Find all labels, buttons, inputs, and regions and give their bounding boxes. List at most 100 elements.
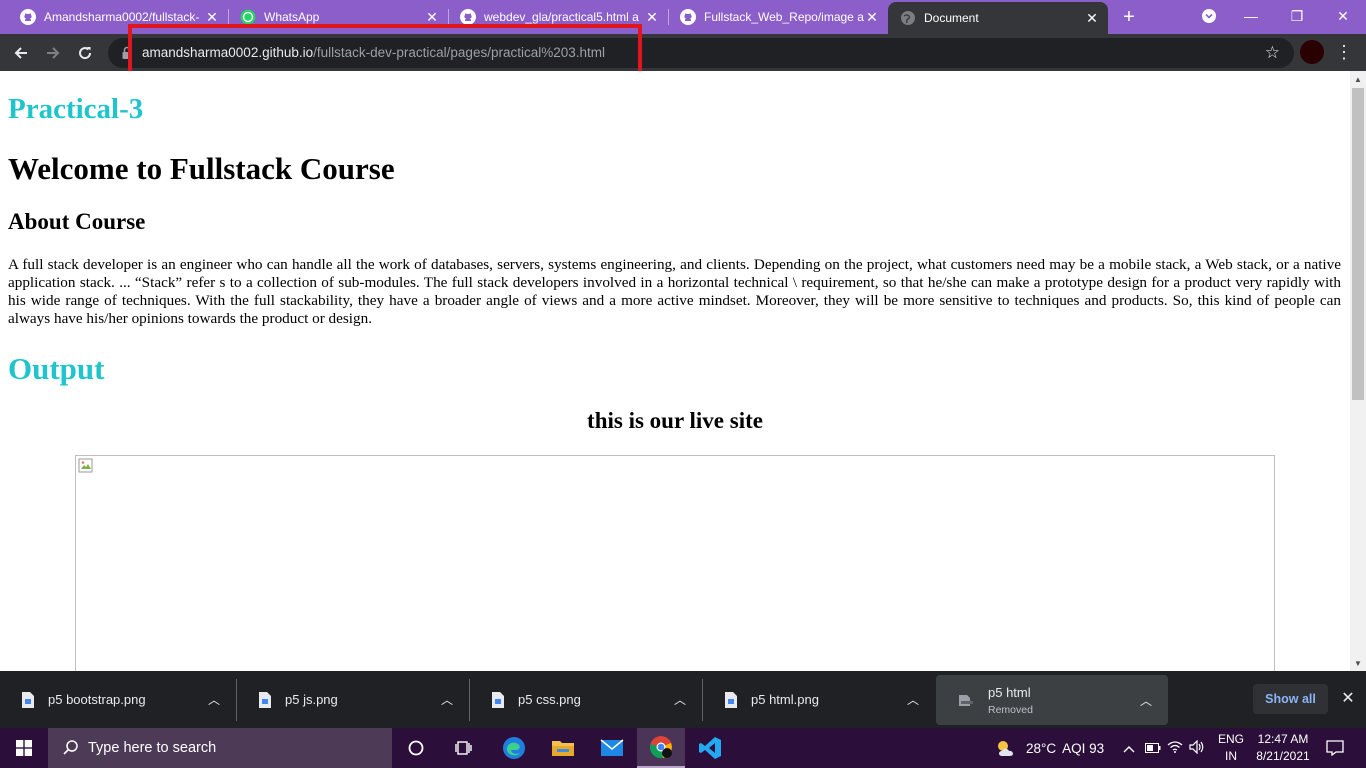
tab-whatsapp[interactable]: WhatsApp ✕: [220, 0, 448, 34]
github-icon: [20, 9, 36, 25]
reload-button[interactable]: [72, 40, 98, 66]
close-tab-icon[interactable]: ✕: [204, 9, 220, 25]
globe-icon: [900, 10, 916, 26]
show-all-button[interactable]: Show all: [1253, 684, 1328, 714]
region-code: IN: [1225, 749, 1237, 763]
scroll-up-icon[interactable]: ▲: [1350, 71, 1366, 87]
back-button[interactable]: [8, 40, 34, 66]
notification-center-button[interactable]: [1320, 728, 1350, 768]
about-heading: About Course: [8, 209, 146, 234]
chrome-icon: [650, 736, 672, 759]
download-item[interactable]: p5 css.png ︿: [470, 671, 702, 728]
chevron-up-icon[interactable]: ︿: [206, 691, 222, 708]
practical-heading: Practical-3: [8, 93, 144, 125]
weather-widget[interactable]: 28°C AQI 93: [994, 728, 1104, 768]
aqi-text: AQI 93: [1062, 740, 1105, 756]
download-file-name: p5 bootstrap.png: [48, 692, 146, 707]
close-window-button[interactable]: ✕: [1320, 0, 1366, 32]
close-download-bar-icon[interactable]: ✕: [1338, 688, 1358, 708]
chevron-up-icon[interactable]: ︿: [672, 691, 688, 708]
live-site-caption: this is our live site: [587, 408, 763, 433]
menu-kebab-icon[interactable]: ⋮: [1332, 40, 1356, 64]
tab-github-webdev[interactable]: webdev_gla/practical5.html a ✕: [440, 0, 668, 34]
windows-logo-icon: [16, 740, 32, 756]
chevron-up-icon[interactable]: ︿: [905, 691, 921, 708]
url-text: amandsharma0002.github.io/fullstack-dev-…: [142, 45, 605, 60]
close-tab-icon[interactable]: ✕: [1084, 10, 1100, 26]
live-site-image: [75, 455, 1275, 671]
tab-search-button[interactable]: [1186, 0, 1232, 32]
tab-title: webdev_gla/practical5.html a: [484, 10, 639, 24]
page-scrollbar[interactable]: ▲ ▼: [1350, 71, 1366, 671]
taskbar-search-box[interactable]: Type here to search: [48, 728, 392, 768]
forward-button[interactable]: [40, 40, 66, 66]
start-button[interactable]: [0, 728, 48, 768]
tab-github-fullstack-web-repo[interactable]: Fullstack_Web_Repo/image a ✕: [660, 0, 888, 34]
chevron-up-icon[interactable]: [1120, 741, 1138, 756]
edge-icon: [503, 737, 525, 759]
tray-icons: [1120, 728, 1208, 768]
close-tab-icon[interactable]: ✕: [424, 9, 440, 25]
new-tab-button[interactable]: +: [1116, 5, 1142, 29]
welcome-heading: Welcome to Fullstack Course: [8, 151, 395, 186]
tab-title: WhatsApp: [264, 10, 320, 24]
profile-avatar[interactable]: [1300, 40, 1324, 64]
tab-title: Fullstack_Web_Repo/image a: [704, 10, 864, 24]
download-item-removed[interactable]: p5 html Removed ︿: [936, 675, 1168, 725]
github-icon: [460, 9, 476, 25]
clock-date: 8/21/2021: [1256, 749, 1310, 763]
download-bar: p5 bootstrap.png ︿ p5 js.png ︿ p5 css.pn…: [0, 671, 1366, 728]
wifi-icon[interactable]: [1164, 740, 1186, 756]
scroll-down-icon[interactable]: ▼: [1350, 655, 1366, 671]
language-indicator[interactable]: ENG IN: [1214, 731, 1248, 765]
close-tab-icon[interactable]: ✕: [644, 9, 660, 25]
edge-app-button[interactable]: [490, 728, 538, 768]
vscode-app-button[interactable]: [686, 728, 734, 768]
github-icon: [680, 9, 696, 25]
minimize-button[interactable]: —: [1228, 0, 1274, 32]
task-view-icon: [455, 741, 472, 755]
chevron-up-icon[interactable]: ︿: [1138, 692, 1154, 709]
tab-document[interactable]: Document ✕: [888, 2, 1108, 34]
scrollbar-thumb[interactable]: [1352, 88, 1364, 400]
address-bar[interactable]: amandsharma0002.github.io/fullstack-dev-…: [108, 38, 1294, 68]
folder-icon: [552, 741, 574, 756]
cortana-circle-icon: [408, 740, 424, 756]
chevron-down-icon: [1202, 9, 1216, 23]
image-file-icon: [492, 691, 504, 708]
task-view-button[interactable]: [440, 728, 488, 768]
chrome-app-button[interactable]: [637, 728, 685, 768]
weather-temperature: 28°C: [1026, 740, 1057, 756]
system-clock[interactable]: 12:47 AM 8/21/2021: [1252, 731, 1314, 765]
file-explorer-button[interactable]: [539, 728, 587, 768]
image-file-icon: [259, 691, 271, 708]
restore-button[interactable]: ❐: [1274, 0, 1320, 32]
tab-title: Amandsharma0002/fullstack-: [44, 10, 200, 24]
volume-icon[interactable]: [1186, 739, 1208, 757]
close-tab-icon[interactable]: ✕: [864, 9, 880, 25]
tab-github-fullstack[interactable]: Amandsharma0002/fullstack- ✕: [0, 0, 228, 34]
download-item[interactable]: p5 bootstrap.png ︿: [0, 671, 236, 728]
page-content: Practical-3 Welcome to Fullstack Course …: [0, 71, 1350, 671]
tab-title: Document: [924, 11, 979, 25]
browser-toolbar: amandsharma0002.github.io/fullstack-dev-…: [0, 34, 1366, 71]
broken-image-icon: [78, 458, 93, 473]
arrow-right-icon: [47, 47, 60, 59]
image-file-icon: [22, 691, 34, 708]
url-path: /fullstack-dev-practical/pages/practical…: [313, 45, 606, 60]
weather-partly-cloudy-icon: [998, 741, 1013, 756]
vscode-icon: [699, 737, 721, 759]
download-item[interactable]: p5 js.png ︿: [237, 671, 469, 728]
cortana-button[interactable]: [392, 728, 440, 768]
download-file-name: p5 js.png: [285, 692, 338, 707]
battery-icon[interactable]: [1142, 741, 1164, 756]
removed-file-name: p5 html: [988, 684, 1031, 700]
url-host: amandsharma0002.github.io: [142, 45, 314, 60]
arrow-left-icon: [14, 47, 27, 59]
bookmark-star-icon[interactable]: ☆: [1265, 43, 1280, 63]
chevron-up-icon[interactable]: ︿: [439, 691, 455, 708]
language-code: ENG: [1217, 732, 1244, 746]
mail-app-button[interactable]: [588, 728, 636, 768]
lock-icon: [122, 46, 132, 59]
download-item[interactable]: p5 html.png ︿: [703, 671, 935, 728]
